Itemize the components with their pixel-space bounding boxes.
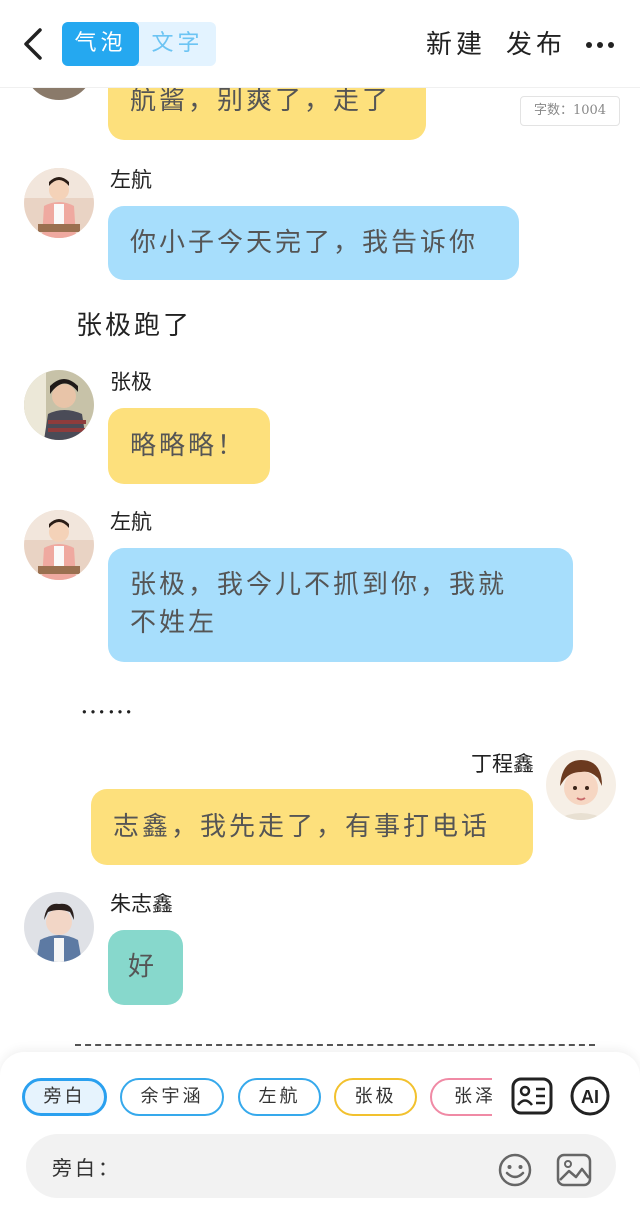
speaker-name: 左航 [110, 168, 152, 192]
narration-text[interactable]: 张极跑了 [76, 305, 192, 342]
narration-text[interactable]: …… [80, 690, 134, 720]
image-icon[interactable] [556, 1152, 592, 1188]
avatar[interactable] [24, 370, 94, 440]
message-bubble[interactable]: 志鑫，我先走了，有事打电话 [91, 789, 533, 865]
message-bubble[interactable]: 你小子今天完了，我告诉你 [108, 206, 519, 280]
character-chip[interactable]: 张极 [334, 1078, 417, 1116]
message-text: 略略略！ [130, 431, 247, 461]
character-chip-narrator[interactable]: 旁白 [22, 1078, 107, 1116]
message-text-line: 不姓左 [130, 608, 218, 638]
message-text: 好 [128, 952, 158, 982]
character-card-icon[interactable] [511, 1075, 553, 1117]
message-bubble[interactable]: 好 [108, 930, 183, 1005]
message-bubble[interactable]: 张极，我今儿不抓到你，我就 不姓左 [108, 548, 573, 662]
avatar[interactable] [24, 892, 94, 962]
speaker-name: 丁程鑫 [471, 752, 534, 776]
tab-bubble[interactable]: 气泡 [62, 22, 139, 66]
emoji-icon[interactable] [497, 1152, 533, 1188]
chip-scroll-clip: 张泽 [430, 1076, 492, 1118]
message-text: 你小子今天完了，我告诉你 [130, 228, 479, 258]
avatar[interactable] [24, 510, 94, 580]
message-text-line: 张极，我今儿不抓到你，我就 [130, 570, 508, 600]
speaker-name: 朱志鑫 [110, 892, 173, 916]
input-role-label: 旁白： [52, 1156, 121, 1180]
tab-text[interactable]: 文字 [139, 22, 216, 66]
avatar[interactable] [24, 168, 94, 238]
message-bubble[interactable]: 略略略！ [108, 408, 270, 484]
new-button[interactable]: 新建 [426, 24, 486, 61]
speaker-name: 左航 [110, 510, 152, 534]
message-text: 航酱，别爽了，走了 [130, 86, 392, 116]
message-text: 志鑫，我先走了，有事打电话 [113, 812, 491, 842]
word-count-badge: 字数：1004 [520, 96, 620, 126]
speaker-name: 张极 [110, 370, 152, 394]
divider [75, 1044, 595, 1046]
svg-text:AI: AI [581, 1087, 599, 1107]
avatar[interactable] [546, 750, 616, 820]
top-bar: 气泡 文字 新建 发布 [0, 0, 640, 88]
ai-icon[interactable]: AI [569, 1075, 611, 1117]
character-chip[interactable]: 张泽 [430, 1078, 492, 1116]
character-chip[interactable]: 左航 [238, 1078, 321, 1116]
mode-toggle: 气泡 文字 [62, 22, 216, 66]
more-icon[interactable] [585, 30, 615, 60]
back-icon[interactable] [16, 22, 50, 66]
character-chip[interactable]: 余宇涵 [120, 1078, 224, 1116]
publish-button[interactable]: 发布 [506, 24, 566, 61]
